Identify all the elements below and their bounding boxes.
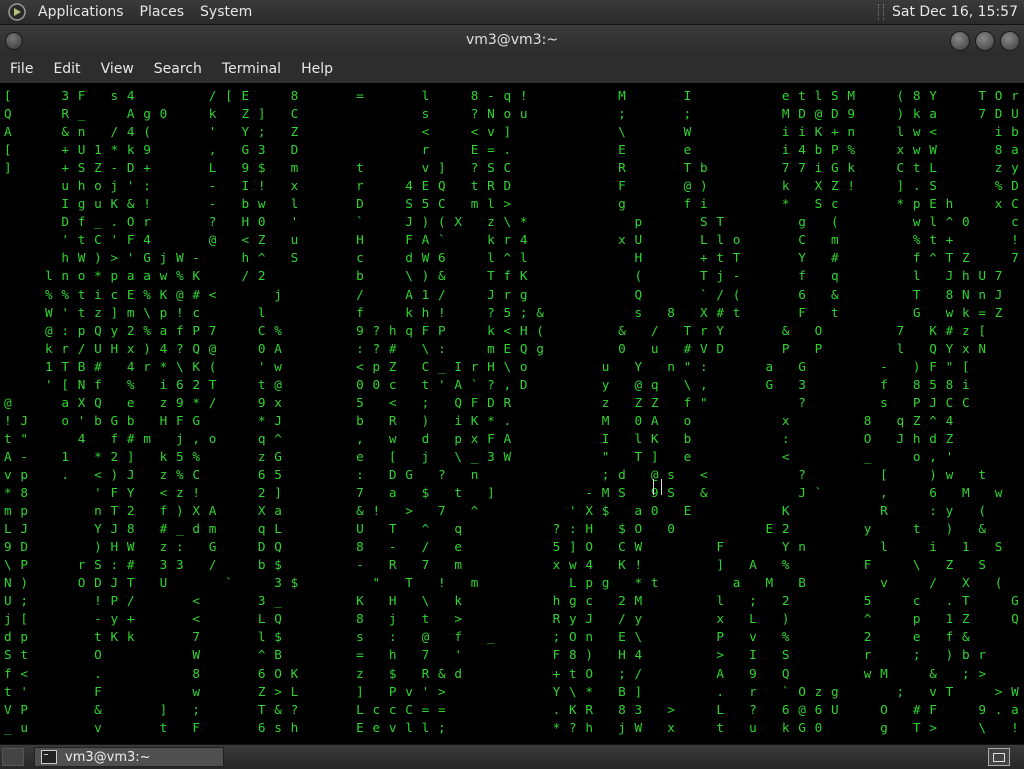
system-menu[interactable]: System xyxy=(192,4,260,20)
taskbar-item-terminal[interactable]: vm3@vm3:~ xyxy=(34,747,224,767)
menu-terminal[interactable]: Terminal xyxy=(212,61,291,77)
panel-separator xyxy=(877,4,884,20)
places-menu[interactable]: Places xyxy=(132,4,193,20)
workspace-switcher-icon[interactable] xyxy=(988,748,1010,766)
top-panel: Applications Places System Sat Dec 16, 1… xyxy=(0,0,1024,25)
window-titlebar[interactable]: vm3@vm3:~ xyxy=(0,25,1024,55)
menu-search[interactable]: Search xyxy=(144,61,212,77)
terminal-screen[interactable]: [ 3 F s 4 / [ E 8 = l 8 - q ! M I e t l … xyxy=(0,84,1024,742)
menu-view[interactable]: View xyxy=(91,61,144,77)
clock[interactable]: Sat Dec 16, 15:57 xyxy=(892,4,1024,20)
close-button[interactable] xyxy=(1000,31,1020,51)
minimize-button[interactable] xyxy=(950,31,970,51)
applications-menu[interactable]: Applications xyxy=(30,4,132,20)
window-title: vm3@vm3:~ xyxy=(465,32,559,48)
mouse-text-cursor-icon xyxy=(653,479,662,495)
menu-edit[interactable]: Edit xyxy=(43,61,90,77)
terminal-menubar: File Edit View Search Terminal Help xyxy=(0,55,1024,83)
terminal-output: [ 3 F s 4 / [ E 8 = l 8 - q ! M I e t l … xyxy=(4,88,1020,735)
menu-file[interactable]: File xyxy=(0,61,43,77)
maximize-button[interactable] xyxy=(975,31,995,51)
window-menu-icon[interactable] xyxy=(5,32,23,50)
show-desktop-button[interactable] xyxy=(2,748,24,766)
distro-logo-icon[interactable] xyxy=(8,3,26,21)
bottom-panel: vm3@vm3:~ xyxy=(0,744,1024,769)
menu-help[interactable]: Help xyxy=(291,61,343,77)
terminal-icon xyxy=(41,750,57,764)
taskbar-item-label: vm3@vm3:~ xyxy=(65,749,151,765)
